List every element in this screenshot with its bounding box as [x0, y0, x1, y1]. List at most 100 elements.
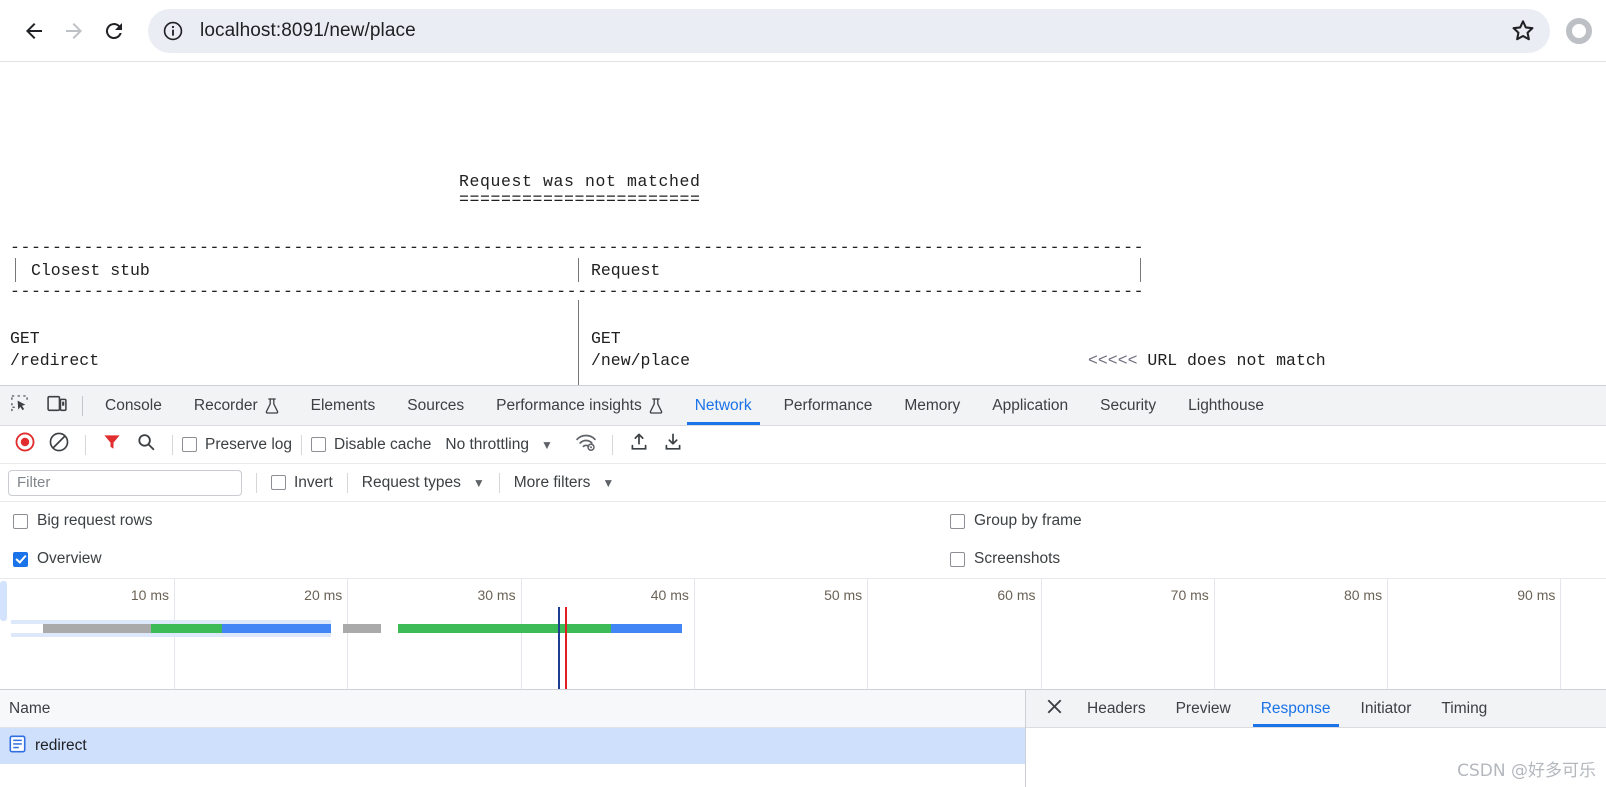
- tab-console[interactable]: Console: [89, 386, 178, 425]
- info-circle-icon[interactable]: [156, 14, 190, 48]
- overview-checkbox[interactable]: Overview: [13, 550, 102, 568]
- close-icon: [1046, 698, 1063, 720]
- request-path: /new/place: [591, 351, 691, 370]
- filter-divider: [498, 472, 500, 493]
- tab-memory[interactable]: Memory: [888, 386, 976, 425]
- group-by-frame-box[interactable]: [950, 513, 965, 529]
- disable-cache-box[interactable]: [311, 437, 327, 452]
- profile-avatar-icon[interactable]: [1566, 17, 1592, 44]
- tab-lighthouse[interactable]: Lighthouse: [1172, 386, 1280, 425]
- search-button[interactable]: [129, 428, 163, 462]
- invert-label: Invert: [294, 473, 333, 491]
- overview-gridline: [1040, 579, 1042, 689]
- chevron-down-icon: ▼: [472, 475, 485, 490]
- throttling-select[interactable]: No throttling: [445, 436, 529, 454]
- request-method: GET: [591, 329, 621, 348]
- search-icon: [136, 432, 156, 457]
- tab-performance-insights[interactable]: Performance insights: [480, 386, 679, 425]
- star-icon[interactable]: [1506, 14, 1540, 48]
- invert-checkbox[interactable]: Invert: [271, 474, 333, 492]
- export-har-button[interactable]: [656, 428, 690, 462]
- record-button[interactable]: [8, 428, 42, 462]
- overview-tick-label: 30 ms: [477, 587, 516, 603]
- overview-window-handle-left[interactable]: [0, 581, 7, 621]
- more-filters-dropdown[interactable]: More filters ▼: [514, 474, 615, 492]
- network-conditions-button[interactable]: [569, 428, 603, 462]
- disable-cache-checkbox[interactable]: Disable cache: [311, 436, 431, 454]
- screenshots-box[interactable]: [950, 551, 965, 567]
- details-tab-preview[interactable]: Preview: [1161, 690, 1246, 727]
- arrow-right-icon: [62, 19, 86, 43]
- details-tabbar: Headers Preview Response Initiator Timin…: [1026, 690, 1606, 728]
- details-tab-response[interactable]: Response: [1246, 690, 1346, 727]
- details-tab-label: Headers: [1087, 699, 1146, 717]
- inspect-element-button[interactable]: [0, 386, 38, 425]
- back-button[interactable]: [14, 11, 54, 51]
- device-toolbar-button[interactable]: [38, 386, 76, 425]
- network-settings-panel: Big request rows Overview Group by frame…: [0, 502, 1606, 579]
- overview-box[interactable]: [13, 551, 28, 567]
- tab-label: Sources: [407, 396, 465, 414]
- record-stop-icon: [14, 431, 36, 458]
- details-tab-initiator[interactable]: Initiator: [1346, 690, 1427, 727]
- screenshots-checkbox[interactable]: Screenshots: [950, 550, 1060, 568]
- details-tab-headers[interactable]: Headers: [1072, 690, 1161, 727]
- filter-funnel-icon: [102, 432, 122, 457]
- tab-application[interactable]: Application: [976, 386, 1084, 425]
- mismatch-arrows: <<<<<: [1088, 351, 1138, 370]
- table-row[interactable]: redirect: [0, 728, 1025, 764]
- tab-security[interactable]: Security: [1084, 386, 1172, 425]
- watermark-text: CSDN @好多可乐: [1457, 761, 1596, 781]
- url-text[interactable]: localhost:8091/new/place: [190, 20, 1506, 42]
- table-rule-top: ----------------------------------------…: [10, 238, 1145, 257]
- details-tab-timing[interactable]: Timing: [1426, 690, 1502, 727]
- table-edge-right: [1140, 258, 1141, 282]
- overview-tick-label: 20 ms: [304, 587, 343, 603]
- details-tab-label: Preview: [1175, 699, 1231, 717]
- clear-network-button[interactable]: [42, 428, 76, 462]
- request-1-download: [222, 624, 331, 633]
- request-types-label: Request types: [361, 473, 461, 491]
- close-details-button[interactable]: [1036, 690, 1072, 727]
- import-har-button[interactable]: [622, 428, 656, 462]
- forward-button[interactable]: [54, 11, 94, 51]
- big-request-rows-checkbox[interactable]: Big request rows: [13, 512, 152, 530]
- request-2-wait: [398, 624, 611, 633]
- tab-recorder[interactable]: Recorder: [178, 386, 295, 425]
- table-column-divider-header: [578, 258, 579, 282]
- overview-label: Overview: [37, 550, 102, 567]
- mismatch-text: URL does not match: [1147, 351, 1326, 370]
- overview-tick-label: 90 ms: [1517, 587, 1556, 603]
- tab-network[interactable]: Network: [679, 386, 768, 425]
- request-2-download: [611, 624, 682, 633]
- closest-stub-cell: GET/redirect: [10, 328, 99, 372]
- devtools-panel: Console Recorder Elements Sources Perfor…: [0, 385, 1606, 787]
- filter-input[interactable]: [8, 469, 242, 496]
- big-request-rows-box[interactable]: [13, 513, 28, 529]
- group-by-frame-checkbox[interactable]: Group by frame: [950, 512, 1082, 530]
- requests-column-header[interactable]: Name: [0, 690, 1025, 728]
- column-header-request: Request: [591, 261, 661, 280]
- disable-cache-label: Disable cache: [334, 435, 432, 453]
- request-types-dropdown[interactable]: Request types ▼: [362, 474, 485, 492]
- filter-button[interactable]: [95, 428, 129, 462]
- tab-label: Lighthouse: [1188, 396, 1264, 414]
- network-overview-timeline[interactable]: 10 ms 20 ms 30 ms 40 ms 50 ms 60 ms 70 ms 80 ms…: [0, 579, 1606, 690]
- overview-tick-label: 60 ms: [997, 587, 1036, 603]
- tab-performance[interactable]: Performance: [768, 386, 889, 425]
- invert-box[interactable]: [271, 475, 286, 490]
- chevron-down-icon[interactable]: ▼: [541, 438, 553, 452]
- details-tab-label: Response: [1260, 699, 1331, 717]
- overview-tick-label: 80 ms: [1343, 587, 1383, 603]
- tab-elements[interactable]: Elements: [295, 386, 392, 425]
- filter-divider: [346, 472, 348, 493]
- screenshots-label: Screenshots: [974, 550, 1061, 567]
- preserve-log-checkbox[interactable]: Preserve log: [182, 436, 292, 454]
- address-bar[interactable]: localhost:8091/new/place: [148, 8, 1550, 53]
- tab-label: Console: [105, 396, 162, 414]
- preserve-log-box[interactable]: [182, 437, 197, 452]
- reload-button[interactable]: [94, 11, 134, 51]
- tab-sources[interactable]: Sources: [391, 386, 480, 425]
- table-edge-left: [15, 258, 16, 282]
- toolbar-divider: [172, 434, 173, 455]
